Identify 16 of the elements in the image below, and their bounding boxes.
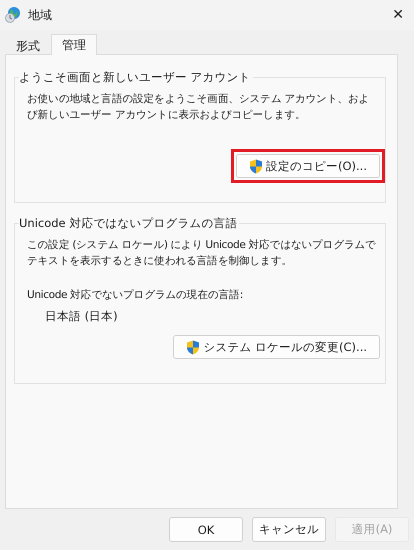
- shield-icon: [186, 340, 200, 354]
- shield-icon: [249, 158, 263, 174]
- tab[interactable]: 管理: [51, 34, 97, 55]
- dialog-button[interactable]: OK: [169, 517, 243, 542]
- group-title: ようこそ画面と新しいユーザー アカウント: [19, 70, 252, 85]
- group-title: Unicode 対応ではないプログラムの言語: [19, 216, 238, 231]
- description-text: この設定 (システム ロケール) により Unicode 対応ではないプログラムでテキストを表示するときに使われる言語を制御します。: [27, 238, 377, 269]
- description-text: お使いの地域と言語の設定をようこそ画面、システム アカウント、および新しいユーザー アカウントに表示およびコピーします。: [27, 92, 370, 123]
- close-button[interactable]: ✕: [392, 7, 404, 23]
- window-title: 地域: [28, 6, 53, 24]
- action-button[interactable]: 設定のコピー(O)...: [236, 154, 380, 178]
- current-language-label: Unicode 対応でないプログラムの現在の言語:: [27, 288, 244, 303]
- globe-icon: [4, 6, 22, 24]
- action-button[interactable]: システム ロケールの変更(C)...: [173, 335, 380, 359]
- dialog-button[interactable]: キャンセル: [252, 517, 326, 542]
- current-language-value: 日本語 (日本): [44, 309, 119, 324]
